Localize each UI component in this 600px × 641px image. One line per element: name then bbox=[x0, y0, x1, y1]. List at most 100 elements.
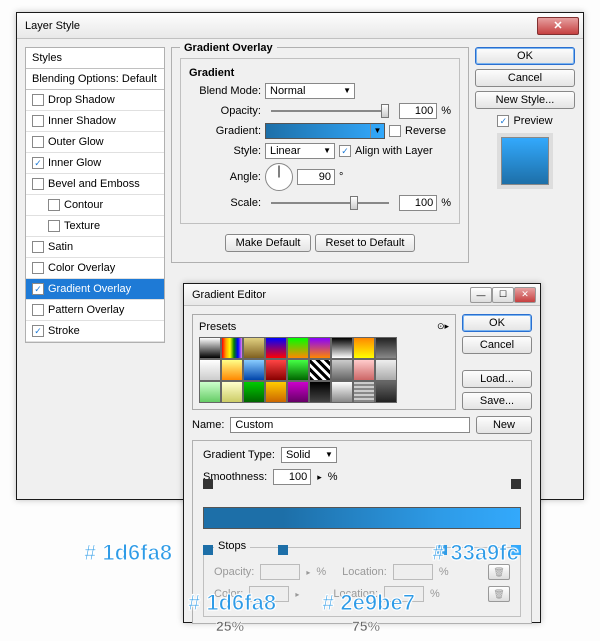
preview-swatch bbox=[501, 137, 549, 185]
gradient-bar[interactable] bbox=[203, 507, 521, 529]
ge-load-button[interactable]: Load... bbox=[462, 370, 532, 388]
style-satin[interactable]: Satin bbox=[26, 237, 164, 258]
stops-label: Stops bbox=[214, 540, 250, 552]
gradient-editor-titlebar[interactable]: Gradient Editor — ☐ ✕ bbox=[184, 284, 540, 306]
new-button[interactable]: New bbox=[476, 416, 532, 434]
style-outer-glow[interactable]: Outer Glow bbox=[26, 132, 164, 153]
preset-swatch[interactable] bbox=[331, 359, 353, 381]
smooth-input[interactable]: 100 bbox=[273, 469, 311, 485]
checkbox-icon[interactable]: ✓ bbox=[32, 157, 44, 169]
checkbox-icon[interactable] bbox=[32, 136, 44, 148]
callout-pct: 25% bbox=[216, 618, 244, 634]
ok-button[interactable]: OK bbox=[475, 47, 575, 65]
preset-swatch[interactable] bbox=[375, 381, 397, 403]
type-label: Gradient Type: bbox=[203, 449, 275, 461]
style-pattern-overlay[interactable]: Pattern Overlay bbox=[26, 300, 164, 321]
style-color-overlay[interactable]: Color Overlay bbox=[26, 258, 164, 279]
preset-swatch[interactable] bbox=[221, 337, 243, 359]
checkbox-icon[interactable] bbox=[32, 304, 44, 316]
preset-swatch[interactable] bbox=[287, 359, 309, 381]
make-default-button[interactable]: Make Default bbox=[225, 234, 312, 252]
style-inner-glow[interactable]: ✓Inner Glow bbox=[26, 153, 164, 174]
checkbox-icon[interactable] bbox=[32, 115, 44, 127]
reverse-checkbox[interactable] bbox=[389, 125, 401, 137]
preset-swatch[interactable] bbox=[243, 381, 265, 403]
callout-hex: # 33a9fc bbox=[432, 540, 519, 566]
preset-swatch[interactable] bbox=[243, 359, 265, 381]
gradient-picker[interactable]: ▼ bbox=[265, 123, 385, 139]
opacity-stop[interactable] bbox=[203, 479, 213, 489]
ge-ok-button[interactable]: OK bbox=[462, 314, 532, 332]
preset-swatch[interactable] bbox=[221, 381, 243, 403]
preset-swatch[interactable] bbox=[309, 337, 331, 359]
blend-mode-label: Blend Mode: bbox=[189, 85, 261, 97]
checkbox-icon[interactable] bbox=[48, 220, 60, 232]
opacity-label: Opacity: bbox=[189, 105, 261, 117]
checkbox-icon[interactable] bbox=[32, 241, 44, 253]
checkbox-icon[interactable] bbox=[32, 262, 44, 274]
preset-swatch[interactable] bbox=[331, 337, 353, 359]
style-contour[interactable]: Contour bbox=[26, 195, 164, 216]
checkbox-icon[interactable] bbox=[48, 199, 60, 211]
reset-default-button[interactable]: Reset to Default bbox=[315, 234, 416, 252]
delete-stop-icon[interactable]: 🗑 bbox=[488, 586, 510, 602]
preset-swatch[interactable] bbox=[199, 337, 221, 359]
blend-mode-select[interactable]: Normal bbox=[265, 83, 355, 99]
style-select[interactable]: Linear bbox=[265, 143, 335, 159]
name-input[interactable]: Custom bbox=[230, 417, 470, 433]
presets-menu-icon[interactable]: ⊙▸ bbox=[437, 321, 449, 333]
style-drop-shadow[interactable]: Drop Shadow bbox=[26, 90, 164, 111]
preset-swatch[interactable] bbox=[221, 359, 243, 381]
preset-swatch[interactable] bbox=[353, 337, 375, 359]
style-gradient-overlay[interactable]: ✓Gradient Overlay bbox=[26, 279, 164, 300]
opacity-slider[interactable] bbox=[271, 110, 389, 112]
checkbox-icon[interactable] bbox=[32, 94, 44, 106]
blending-options-row[interactable]: Blending Options: Default bbox=[26, 69, 164, 90]
style-inner-shadow[interactable]: Inner Shadow bbox=[26, 111, 164, 132]
scale-input[interactable]: 100 bbox=[399, 195, 437, 211]
color-stop[interactable] bbox=[278, 545, 288, 555]
type-select[interactable]: Solid bbox=[281, 447, 337, 463]
preset-swatch[interactable] bbox=[309, 381, 331, 403]
preset-swatch[interactable] bbox=[375, 337, 397, 359]
close-icon[interactable]: ✕ bbox=[537, 17, 579, 35]
preset-swatch[interactable] bbox=[199, 381, 221, 403]
style-stroke[interactable]: ✓Stroke bbox=[26, 321, 164, 342]
preset-swatch[interactable] bbox=[375, 359, 397, 381]
minimize-icon[interactable]: — bbox=[470, 287, 492, 303]
close-icon[interactable]: ✕ bbox=[514, 287, 536, 303]
preset-swatch[interactable] bbox=[265, 337, 287, 359]
delete-stop-icon[interactable]: 🗑 bbox=[488, 564, 510, 580]
preview-checkbox[interactable]: ✓ bbox=[497, 115, 509, 127]
preset-swatch[interactable] bbox=[353, 359, 375, 381]
preset-swatch[interactable] bbox=[287, 381, 309, 403]
angle-dial[interactable] bbox=[265, 163, 293, 191]
styles-header[interactable]: Styles bbox=[26, 48, 164, 69]
maximize-icon[interactable]: ☐ bbox=[492, 287, 514, 303]
preset-swatch[interactable] bbox=[353, 381, 375, 403]
ge-cancel-button[interactable]: Cancel bbox=[462, 336, 532, 354]
style-bevel-emboss[interactable]: Bevel and Emboss bbox=[26, 174, 164, 195]
color-stop[interactable] bbox=[203, 545, 213, 555]
align-checkbox[interactable]: ✓ bbox=[339, 145, 351, 157]
new-style-button[interactable]: New Style... bbox=[475, 91, 575, 109]
opacity-stop[interactable] bbox=[511, 479, 521, 489]
preset-swatch[interactable] bbox=[199, 359, 221, 381]
preset-swatch[interactable] bbox=[243, 337, 265, 359]
angle-input[interactable]: 90 bbox=[297, 169, 335, 185]
ge-save-button[interactable]: Save... bbox=[462, 392, 532, 410]
chevron-down-icon[interactable]: ▼ bbox=[370, 124, 384, 138]
checkbox-icon[interactable] bbox=[32, 178, 44, 190]
style-texture[interactable]: Texture bbox=[26, 216, 164, 237]
checkbox-icon[interactable]: ✓ bbox=[32, 283, 44, 295]
opacity-input[interactable]: 100 bbox=[399, 103, 437, 119]
layer-style-titlebar[interactable]: Layer Style ✕ bbox=[17, 13, 583, 39]
preset-swatch[interactable] bbox=[265, 359, 287, 381]
preset-swatch[interactable] bbox=[331, 381, 353, 403]
cancel-button[interactable]: Cancel bbox=[475, 69, 575, 87]
preset-swatch[interactable] bbox=[265, 381, 287, 403]
checkbox-icon[interactable]: ✓ bbox=[32, 325, 44, 337]
preset-swatch[interactable] bbox=[309, 359, 331, 381]
preset-swatch[interactable] bbox=[287, 337, 309, 359]
scale-slider[interactable] bbox=[271, 202, 389, 204]
